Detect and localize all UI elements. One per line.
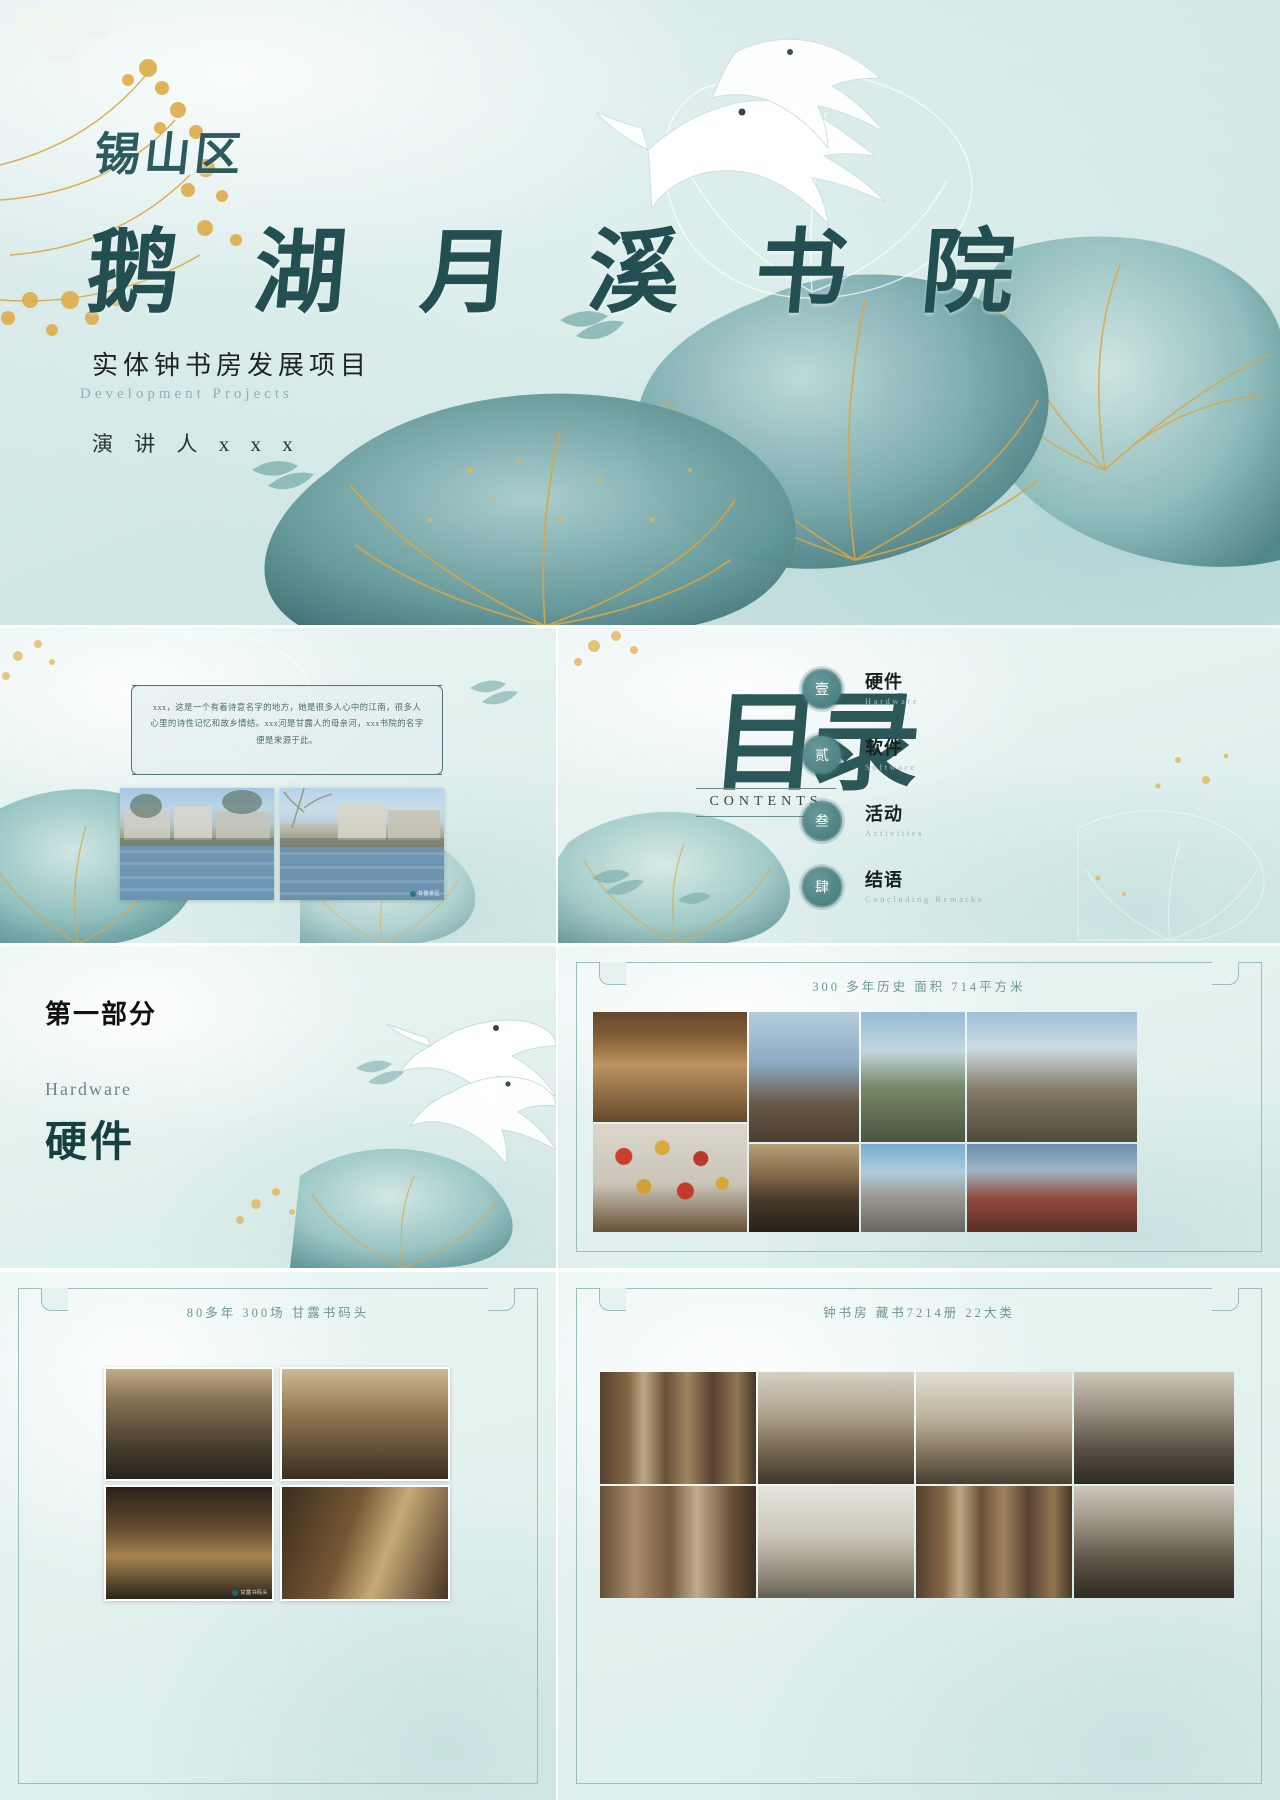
seal-icon-4: 肆: [803, 868, 841, 906]
page-title: 鹅 湖 月 溪 书 院: [82, 222, 1045, 324]
section-title-cn: 硬件: [45, 1120, 136, 1166]
cover-subtitle-en: Development Projects: [80, 386, 293, 402]
gallery-photo-reading-room-2: [916, 1372, 1072, 1484]
toc-label-cn-1: 硬件: [865, 672, 903, 693]
slide-cover: 锡山区 鹅 湖 月 溪 书 院 实体钟书房发展项目 Development Pr…: [0, 0, 1280, 625]
gallery-photo-bookshelf-3: [758, 1486, 914, 1598]
toc-item-activities[interactable]: 叁 活动 Activities: [803, 788, 1133, 854]
gallery-photo-audience-1: [104, 1367, 274, 1481]
toc-label-cn-3: 活动: [865, 804, 903, 825]
gallery-photo-bookshelf-2: [600, 1486, 756, 1598]
slide-contents: 目录 CONTENTS 壹 硬件 Hardware 贰 软件 Software …: [558, 628, 1280, 943]
slide-deck: 锡山区 鹅 湖 月 溪 书 院 实体钟书房发展项目 Development Pr…: [0, 0, 1280, 1800]
gallery-photo-hall-door: [749, 1144, 859, 1232]
lotus-decoration: [0, 633, 518, 943]
slide-section-divider: 第一部分 Hardware 硬件: [0, 946, 556, 1268]
gallery-photo-lantern-tree: [749, 1012, 859, 1142]
seal-icon-3: 叁: [803, 802, 841, 840]
gallery-photo-audience-2: [280, 1367, 450, 1481]
gallery-photo-audience-3: [280, 1485, 450, 1601]
toc-label-cn-2: 软件: [865, 738, 903, 759]
section-part-label: 第一部分: [45, 1000, 158, 1029]
toc-label-en-1: Hardware: [865, 695, 920, 706]
section-title-en: Hardware: [45, 1079, 132, 1099]
decorative-frame: [18, 1288, 538, 1784]
gallery-photo-courtyard-wide: [967, 1012, 1137, 1142]
watermark-dot-icon: [409, 890, 416, 897]
intro-photo-canal-bridge: 甘露景区: [280, 788, 444, 900]
intro-background: [0, 628, 556, 943]
intro-paragraph: xxx，这是一个有着诗意名字的地方，她是很多人心中的江南，很多人心里的诗性记忆和…: [150, 703, 424, 745]
photo-watermark: 甘露景区: [409, 890, 440, 897]
toc-item-hardware[interactable]: 壹 硬件 Hardware: [803, 656, 1133, 722]
cover-speaker: 演 讲 人 x x x: [92, 432, 301, 456]
gallery-photo-lanterns-wall: [593, 1124, 747, 1232]
toc-item-concluding[interactable]: 肆 结语 Concluding Remarks: [803, 854, 1133, 920]
toc-label-en-3: Activities: [865, 827, 925, 838]
photo-watermark: 甘露书码头: [232, 1589, 268, 1596]
intro-photo-canal-waterfront: [120, 788, 274, 900]
intro-text-card: xxx，这是一个有着诗意名字的地方，她是很多人心中的江南，很多人心里的诗性记忆和…: [131, 685, 443, 775]
seal-icon-1: 壹: [803, 670, 841, 708]
toc-label-en-2: Software: [865, 761, 917, 772]
gallery-a-heading: 300 多年历史 面积 714平方米: [812, 980, 1026, 994]
cover-district-title: 锡山区: [91, 129, 248, 180]
toc-item-software[interactable]: 贰 软件 Software: [803, 722, 1133, 788]
gallery-photo-bookshelf-1: [600, 1372, 756, 1484]
cover-subtitle-cn: 实体钟书房发展项目: [92, 351, 372, 380]
slide-gallery-history: 300 多年历史 面积 714平方米: [558, 946, 1280, 1268]
gallery-c-heading: 钟书房 藏书7214册 22大类: [823, 1306, 1015, 1320]
gallery-photo-reading-room-1: [758, 1372, 914, 1484]
contents-list: 壹 硬件 Hardware 贰 软件 Software 叁 活动 Activit…: [803, 656, 1133, 920]
slide-intro: xxx，这是一个有着诗意名字的地方，她是很多人心中的江南，很多人心里的诗性记忆和…: [0, 628, 556, 943]
gallery-photo-bookshelf-4: [916, 1486, 1072, 1598]
gallery-photo-courtyard-gate: [861, 1012, 965, 1142]
watermark-dot-icon: [232, 1589, 239, 1596]
toc-label-cn-4: 结语: [865, 870, 903, 891]
slide-gallery-performances: 80多年 300场 甘露书码头 甘露书码头: [0, 1272, 556, 1800]
gallery-photo-red-platform: [967, 1144, 1137, 1232]
gallery-photo-readers-2: [1074, 1486, 1234, 1598]
toc-label-en-4: Concluding Remarks: [865, 893, 984, 904]
slide-gallery-library: 钟书房 藏书7214册 22大类: [558, 1272, 1280, 1800]
gallery-photo-stone-wall: [861, 1144, 965, 1232]
gallery-b-heading: 80多年 300场 甘露书码头: [186, 1306, 370, 1320]
gallery-photo-interior-1: [593, 1012, 747, 1122]
gallery-photo-readers-1: [1074, 1372, 1234, 1484]
seal-icon-2: 贰: [803, 736, 841, 774]
gallery-photo-performers: 甘露书码头: [104, 1485, 274, 1601]
